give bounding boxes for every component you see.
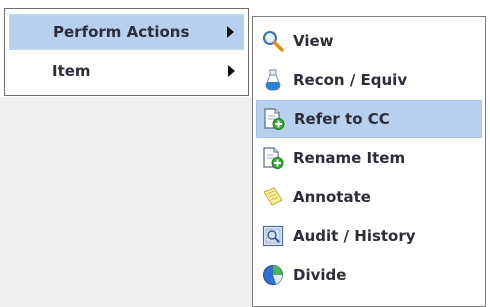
menu-item-label: Item (52, 62, 91, 80)
submenu-item-label: View (293, 32, 334, 50)
pie-chart-icon (262, 264, 284, 286)
menu-item-perform-actions[interactable]: Perform Actions (9, 14, 244, 50)
notepad-icon (262, 186, 284, 208)
submenu-item-annotate[interactable]: Annotate (256, 178, 482, 216)
submenu-item-label: Recon / Equiv (293, 71, 408, 89)
submenu-item-label: Annotate (293, 188, 371, 206)
audit-image-icon (262, 225, 284, 247)
menu-item-item[interactable]: Item (9, 53, 244, 89)
submenu-item-audit-history[interactable]: Audit / History (256, 217, 482, 255)
menu-stage: Perform Actions Item View Recon / Equiv … (0, 0, 490, 307)
document-add-icon (262, 147, 284, 169)
submenu-item-recon-equiv[interactable]: Recon / Equiv (256, 61, 482, 99)
submenu-item-divide[interactable]: Divide (256, 256, 482, 294)
flask-icon (262, 69, 284, 91)
submenu-item-label: Rename Item (293, 149, 406, 167)
submenu-item-view[interactable]: View (256, 22, 482, 60)
document-add-icon (263, 108, 285, 130)
magnifier-icon (262, 30, 284, 52)
submenu-arrow-icon (228, 65, 235, 77)
submenu: View Recon / Equiv Refer to CC Rename It… (252, 16, 486, 307)
submenu-item-label: Refer to CC (294, 110, 390, 128)
submenu-arrow-icon (227, 26, 234, 38)
page-background (0, 97, 255, 307)
submenu-item-rename-item[interactable]: Rename Item (256, 139, 482, 177)
menu-item-label: Perform Actions (53, 23, 190, 41)
submenu-item-label: Divide (293, 266, 347, 284)
submenu-item-label: Audit / History (293, 227, 416, 245)
context-menu: Perform Actions Item (4, 8, 249, 96)
submenu-item-refer-to-cc[interactable]: Refer to CC (256, 100, 482, 138)
